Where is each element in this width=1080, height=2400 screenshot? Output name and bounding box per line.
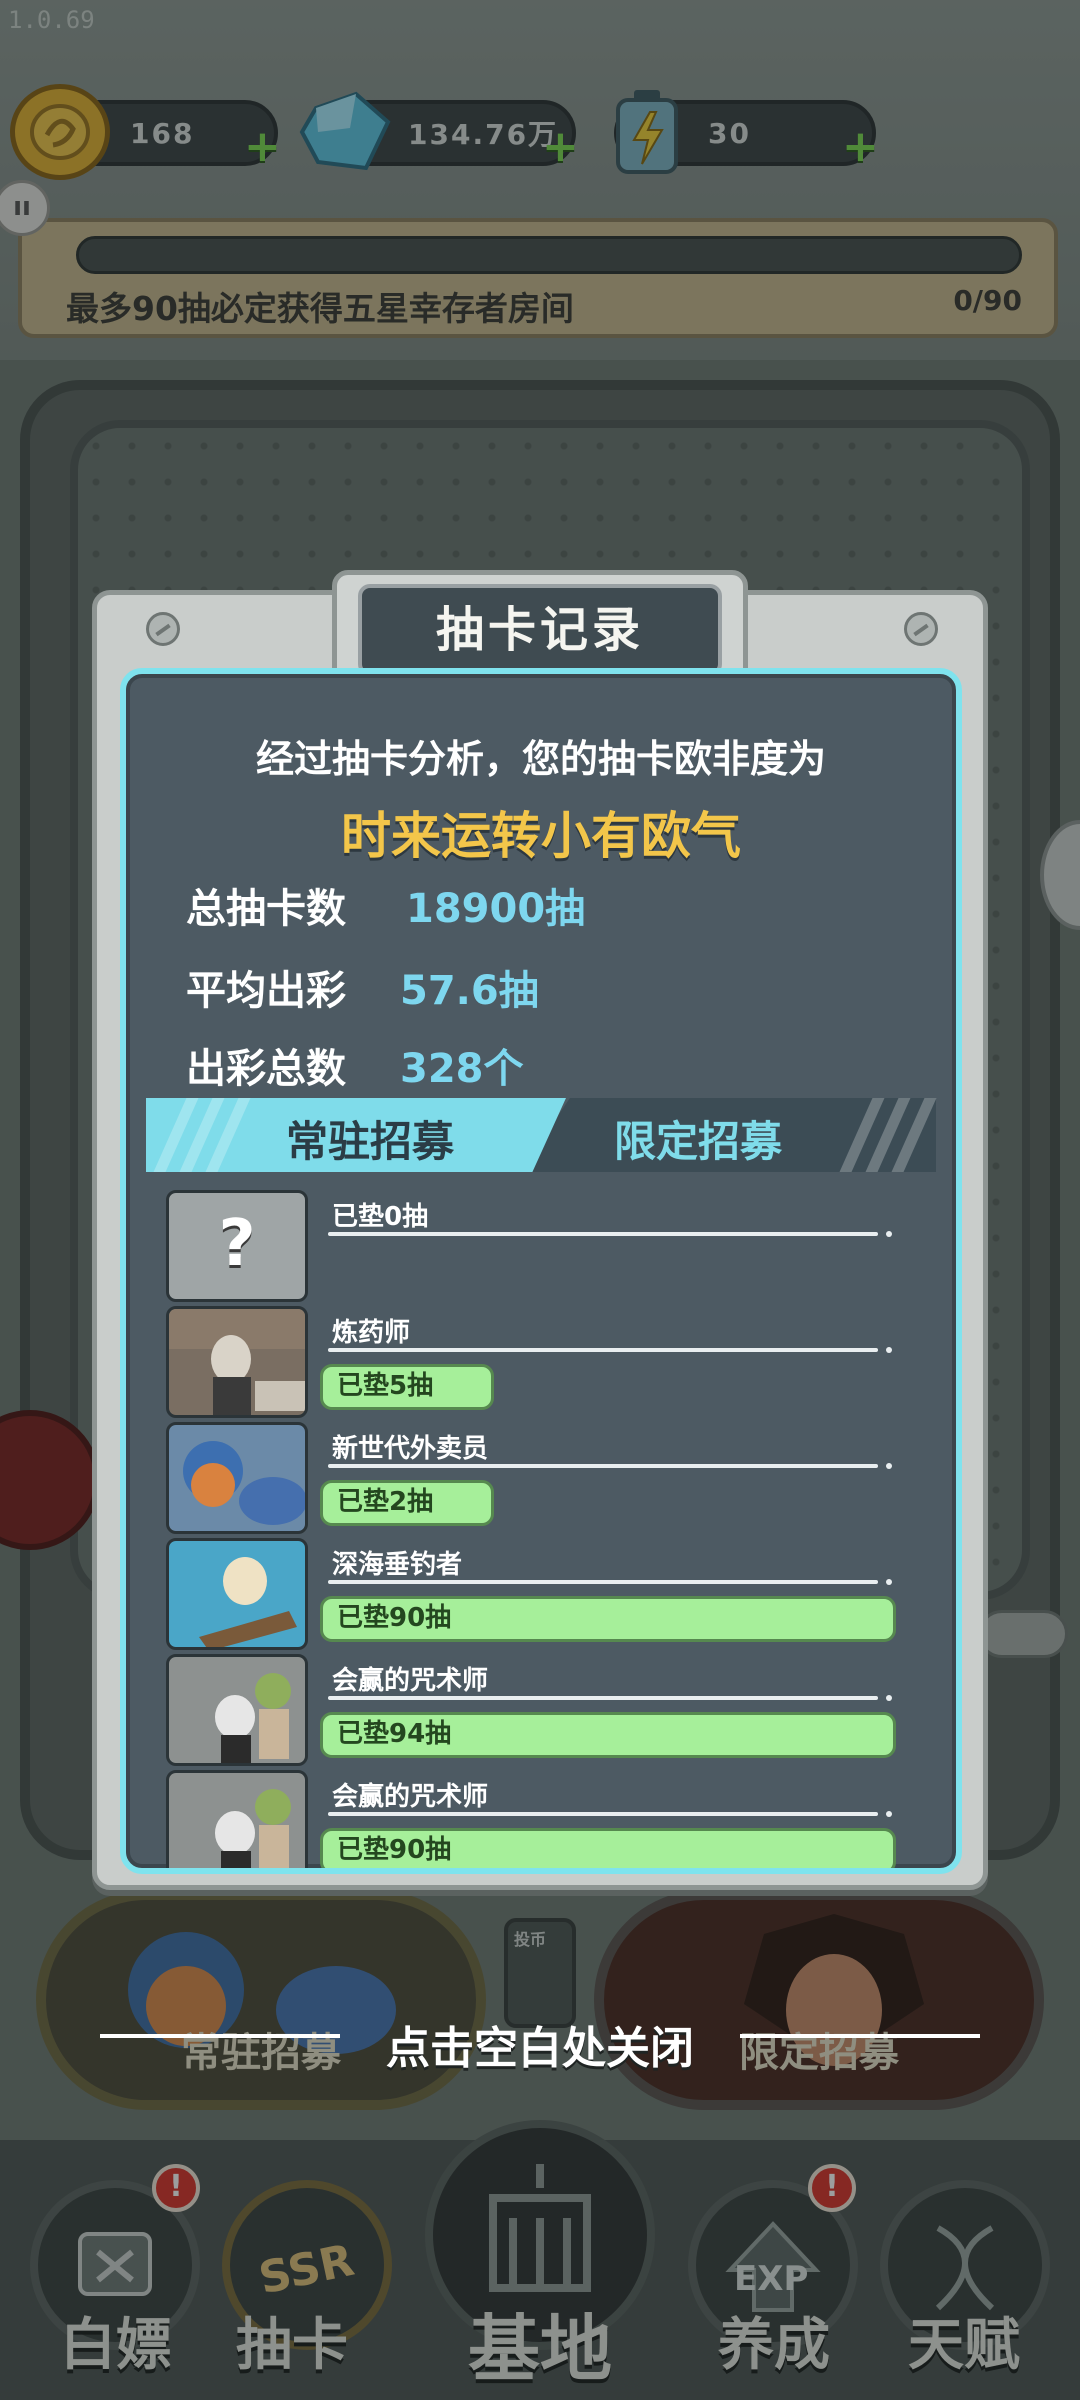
pity-count-pill: 已垫90抽 [320,1596,896,1642]
pity-count-pill: 已垫94抽 [320,1712,896,1758]
survivor-name: 新世代外卖员 [332,1434,489,1464]
stat-average-label: 平均出彩 [186,968,346,1014]
list-item[interactable]: ? 已垫0抽 [160,1186,920,1302]
survivor-name: 会赢的咒术师 [332,1666,489,1696]
stat-total-pulls-label: 总抽卡数 [186,886,346,932]
stat-total-hits-value: 328个 [400,1046,524,1092]
stat-average-value: 57.6抽 [400,968,539,1014]
list-item[interactable]: 深海垂钓者 已垫90抽 [160,1534,920,1650]
stat-total-hits-label: 出彩总数 [186,1046,346,1092]
survivor-name: 深海垂钓者 [332,1550,463,1580]
record-divider [328,1231,892,1237]
pity-count-pill: 已垫5抽 [320,1364,494,1410]
survivor-portrait [166,1770,308,1868]
screw-top-left [146,612,180,646]
record-list[interactable]: ? 已垫0抽 炼药师 已垫5抽 新世代外卖员 已垫2抽 深海垂钓者 已垫90抽 … [160,1182,920,1868]
record-divider [328,1811,892,1817]
survivor-portrait [166,1306,308,1418]
record-pity-text: 已垫0抽 [332,1202,429,1232]
record-divider [328,1579,892,1585]
pity-count-pill: 已垫2抽 [320,1480,494,1526]
screw-top-right [904,612,938,646]
list-item[interactable]: 炼药师 已垫5抽 [160,1302,920,1418]
survivor-name: 炼药师 [332,1318,411,1348]
survivor-name: 会赢的咒术师 [332,1782,489,1812]
list-item[interactable]: 新世代外卖员 已垫2抽 [160,1418,920,1534]
list-item[interactable]: 会赢的咒术师 已垫90抽 [160,1766,920,1868]
tab-standard-label: 常驻招募 [285,1117,454,1166]
survivor-portrait [166,1538,308,1650]
tab-limited-label: 限定招募 [613,1117,782,1166]
modal-title: 抽卡记录 [358,584,722,676]
record-divider [328,1347,892,1353]
stat-total-pulls-value: 18900抽 [406,886,586,932]
pity-count-pill: 已垫90抽 [320,1828,896,1868]
unknown-survivor-thumb: ? [166,1190,308,1302]
survivor-portrait [166,1422,308,1534]
close-hint: 点击空白处关闭 [386,2023,694,2074]
luck-verdict: 时来运转小有欧气 [341,807,741,865]
question-mark-icon: ? [218,1207,256,1281]
survivor-portrait [166,1654,308,1766]
record-divider [328,1695,892,1701]
record-divider [328,1463,892,1469]
analysis-text: 经过抽卡分析，您的抽卡欧非度为 [255,737,826,781]
list-item[interactable]: 会赢的咒术师 已垫94抽 [160,1650,920,1766]
